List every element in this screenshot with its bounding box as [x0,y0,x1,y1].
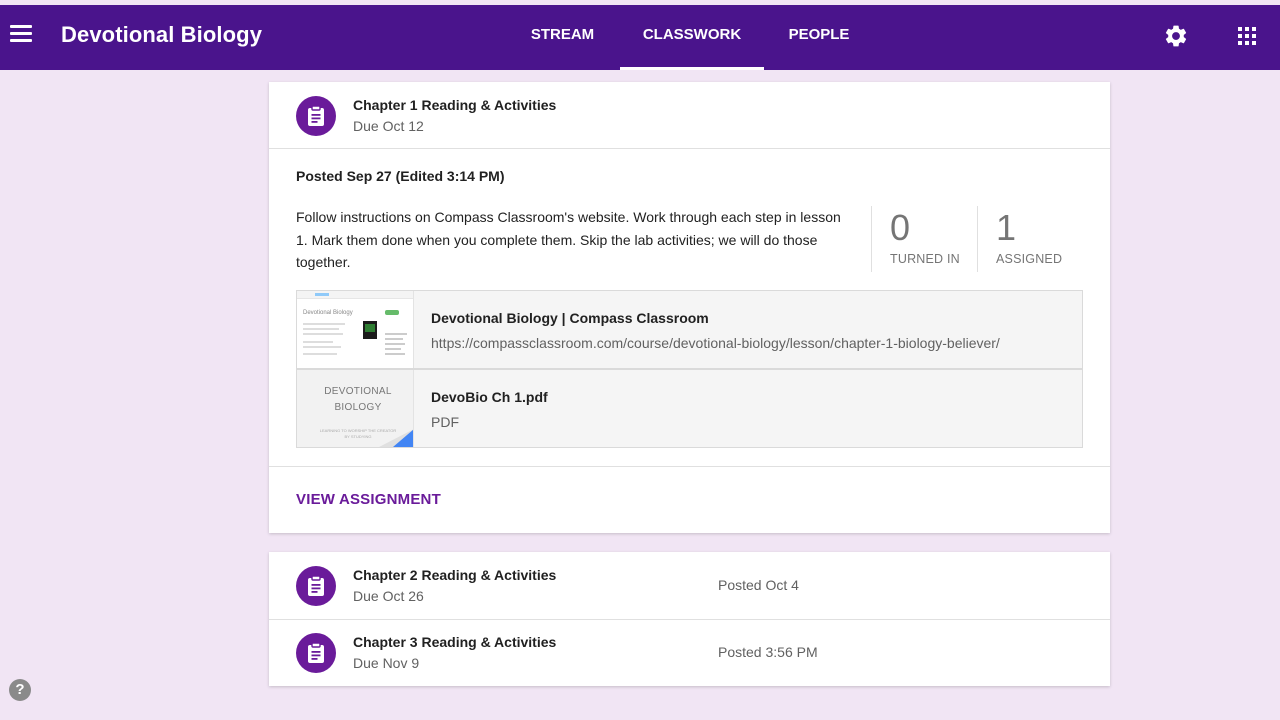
assignment-due-date: Due Nov 9 [353,655,420,671]
view-assignment-button[interactable]: VIEW ASSIGNMENT [296,491,441,508]
assignment-due-date: Due Oct 26 [353,588,424,604]
divider [269,148,1110,149]
pdf-corner-icon [379,429,413,447]
help-icon[interactable]: ? [9,679,31,701]
link-url: https://compassclassroom.com/course/devo… [431,335,1000,351]
assigned-count: 1 [996,207,1017,248]
pdf-thumbnail: DEVOTIONAL BIOLOGY LEARNING TO WORSHIP T… [297,370,414,447]
stat-turned-in[interactable]: 0 TURNED IN [871,206,960,272]
posted-date: Posted Oct 4 [718,577,799,593]
pdf-type: PDF [431,414,459,430]
link-title[interactable]: Devotional Biology | Compass Classroom [431,310,709,326]
tab-people[interactable]: PEOPLE [764,5,874,70]
assignment-icon [296,566,336,606]
top-app-bar: Devotional Biology STREAM CLASSWORK PEOP… [0,5,1280,70]
tab-stream[interactable]: STREAM [505,5,620,70]
pdf-title[interactable]: DevoBio Ch 1.pdf [431,389,548,405]
turned-in-count: 0 [890,207,911,248]
divider [269,466,1110,467]
stat-assigned[interactable]: 1 ASSIGNED [977,206,1062,272]
assignment-icon [296,96,336,136]
apps-grid-icon[interactable] [1238,27,1256,45]
assigned-label: ASSIGNED [996,252,1063,266]
tab-bar: STREAM CLASSWORK PEOPLE [505,5,874,70]
list-item[interactable]: Chapter 3 Reading & Activities Due Nov 9… [269,619,1110,686]
assignment-title: Chapter 3 Reading & Activities [353,634,557,650]
posted-date: Posted Sep 27 (Edited 3:14 PM) [296,168,505,184]
assignment-list: Chapter 2 Reading & Activities Due Oct 2… [269,552,1110,686]
attachment-pdf[interactable]: DEVOTIONAL BIOLOGY LEARNING TO WORSHIP T… [296,369,1083,448]
attachment-link[interactable]: Devotional Biology Devotional Biology | … [296,290,1083,369]
assignment-due-date: Due Oct 12 [353,118,424,134]
pdf-thumb-title: DEVOTIONAL BIOLOGY [324,386,392,413]
thumb-site-title: Devotional Biology [303,310,353,316]
turned-in-label: TURNED IN [890,252,960,266]
assignment-description: Follow instructions on Compass Classroom… [296,209,841,270]
class-title[interactable]: Devotional Biology [61,22,262,48]
link-thumbnail: Devotional Biology [297,291,414,368]
menu-icon[interactable] [10,25,32,45]
assignment-title[interactable]: Chapter 1 Reading & Activities [353,97,556,113]
tab-classwork[interactable]: CLASSWORK [620,5,764,70]
assignment-card-expanded: Chapter 1 Reading & Activities Due Oct 1… [269,82,1110,533]
settings-icon[interactable] [1163,23,1189,49]
assignment-title: Chapter 2 Reading & Activities [353,567,557,583]
posted-date: Posted 3:56 PM [718,644,818,660]
assignment-icon [296,633,336,673]
list-item[interactable]: Chapter 2 Reading & Activities Due Oct 2… [269,552,1110,619]
